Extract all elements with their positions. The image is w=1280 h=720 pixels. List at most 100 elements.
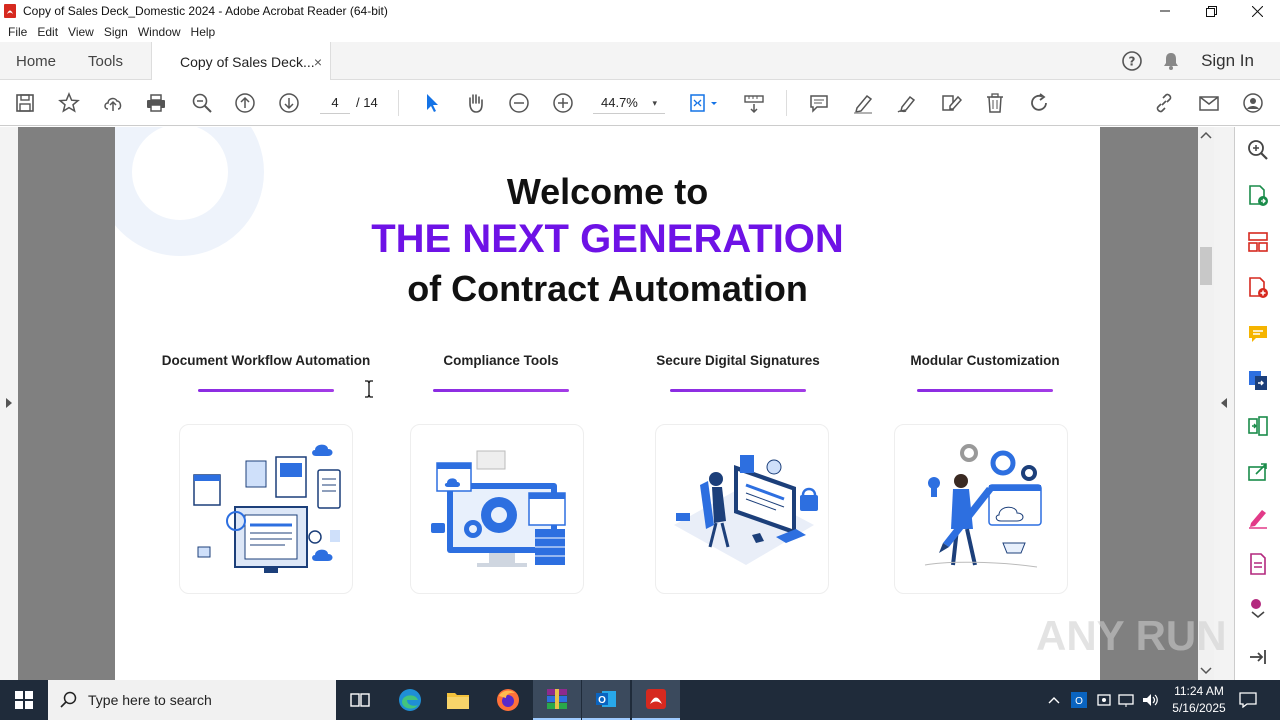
- sign-in-button[interactable]: Sign In: [1201, 51, 1254, 71]
- search-zoom-icon[interactable]: [1246, 138, 1270, 162]
- hand-tool-button[interactable]: [463, 91, 487, 115]
- fit-page-icon: [690, 94, 717, 112]
- outlook-tray-icon[interactable]: O: [1071, 692, 1087, 708]
- menu-window[interactable]: Window: [138, 25, 181, 39]
- fill-sign-button[interactable]: [939, 91, 963, 115]
- magnifier-minus-icon: [192, 93, 212, 113]
- network-icon[interactable]: [1118, 692, 1136, 708]
- menu-view[interactable]: View: [68, 25, 94, 39]
- share-user-button[interactable]: [1241, 91, 1265, 115]
- close-tab-icon[interactable]: ×: [314, 54, 322, 70]
- taskbar-file-explorer[interactable]: [434, 680, 482, 720]
- tab-home[interactable]: Home: [16, 42, 56, 80]
- taskbar-search[interactable]: Type here to search: [48, 680, 336, 720]
- zoom-out-button[interactable]: [507, 91, 531, 115]
- page-fit-button[interactable]: [686, 91, 720, 115]
- highlight-button[interactable]: [851, 91, 875, 115]
- device-tray-icon[interactable]: [1096, 692, 1112, 708]
- taskbar-winrar[interactable]: [533, 680, 581, 720]
- vertical-scrollbar[interactable]: [1198, 127, 1214, 680]
- maximize-button[interactable]: [1188, 0, 1234, 22]
- compliance-tools-illustration: [431, 450, 566, 567]
- feature-card-signatures: [655, 424, 829, 594]
- scrollbar-thumb[interactable]: [1200, 247, 1212, 285]
- comment-icon: [810, 95, 828, 113]
- toolbar-divider: [398, 90, 399, 116]
- hand-icon: [469, 94, 483, 113]
- windows-logo-icon: [15, 691, 33, 709]
- sign-button[interactable]: [895, 91, 919, 115]
- volume-icon[interactable]: [1142, 692, 1160, 708]
- start-button[interactable]: [0, 680, 48, 720]
- heading-welcome: Welcome to: [506, 171, 709, 212]
- menu-sign[interactable]: Sign: [104, 25, 128, 39]
- more-tools-icon[interactable]: [1246, 596, 1270, 620]
- fill-and-sign-icon[interactable]: [1246, 506, 1270, 530]
- comment-tool-icon[interactable]: [1246, 322, 1270, 346]
- compress-pdf-icon[interactable]: [1246, 414, 1270, 438]
- zoom-in-button[interactable]: [551, 91, 575, 115]
- heading-next-generation: THE NEXT GENERATION: [371, 217, 844, 261]
- edit-pdf-icon[interactable]: [1246, 552, 1270, 576]
- tab-tools[interactable]: Tools: [88, 42, 123, 80]
- print-button[interactable]: [144, 91, 168, 115]
- cloud-upload-icon: [104, 97, 122, 111]
- tab-document[interactable]: Copy of Sales Deck... ×: [151, 42, 331, 81]
- page-number-input[interactable]: 4: [320, 92, 350, 114]
- taskbar-outlook[interactable]: O: [582, 680, 630, 720]
- share-link-button[interactable]: [1152, 91, 1176, 115]
- send-for-signature-icon[interactable]: [1246, 460, 1270, 484]
- notifications-icon[interactable]: [1239, 692, 1257, 708]
- comment-button[interactable]: [807, 91, 831, 115]
- document-workflow-illustration: [193, 444, 341, 573]
- menu-bar: File Edit View Sign Window Help: [0, 22, 1280, 42]
- task-view-icon: [350, 693, 370, 707]
- taskbar-edge[interactable]: [386, 680, 434, 720]
- close-icon: [1251, 5, 1263, 17]
- create-pdf-icon[interactable]: [1246, 276, 1270, 300]
- taskbar-acrobat[interactable]: [632, 680, 680, 720]
- trash-icon: [987, 93, 1003, 113]
- zoom-level-select[interactable]: 44.7% ▾: [593, 92, 665, 114]
- rotate-button[interactable]: [1027, 91, 1051, 115]
- left-panel-toggle[interactable]: [0, 127, 18, 680]
- system-clock[interactable]: 11:24 AM 5/16/2025: [1164, 683, 1234, 717]
- zoom-out-search-button[interactable]: [190, 91, 214, 115]
- tools-pane: [1234, 127, 1280, 680]
- measure-button[interactable]: [742, 91, 766, 115]
- organize-pages-icon[interactable]: [1246, 230, 1270, 254]
- heading-contract-automation: of Contract Automation: [407, 268, 808, 309]
- select-tool-button[interactable]: [420, 91, 444, 115]
- winrar-icon: [547, 689, 567, 709]
- text-cursor-icon: [365, 380, 373, 398]
- delete-button[interactable]: [983, 91, 1007, 115]
- task-view-button[interactable]: [336, 680, 384, 720]
- printer-icon: [147, 94, 165, 112]
- close-window-button[interactable]: [1234, 0, 1280, 22]
- envelope-icon: [1199, 96, 1219, 111]
- save-button[interactable]: [13, 91, 37, 115]
- export-pdf-icon[interactable]: [1246, 184, 1270, 208]
- collapse-pane-icon[interactable]: [1246, 645, 1270, 669]
- next-page-button[interactable]: [277, 91, 301, 115]
- add-user-icon: [1243, 93, 1263, 113]
- notification-bell-icon[interactable]: [1161, 51, 1181, 71]
- menu-file[interactable]: File: [8, 25, 27, 39]
- right-panel-toggle[interactable]: [1214, 127, 1234, 680]
- bookmark-star-button[interactable]: [57, 91, 81, 115]
- taskbar-firefox[interactable]: [484, 680, 532, 720]
- previous-page-button[interactable]: [233, 91, 257, 115]
- feature-title: Modular Customization: [910, 353, 1060, 368]
- maximize-icon: [1205, 5, 1217, 17]
- help-icon[interactable]: ?: [1121, 50, 1143, 72]
- combine-files-icon[interactable]: [1246, 368, 1270, 392]
- show-hidden-icons-icon[interactable]: [1048, 696, 1060, 704]
- menu-edit[interactable]: Edit: [37, 25, 58, 39]
- clock-date: 5/16/2025: [1172, 701, 1226, 715]
- menu-help[interactable]: Help: [191, 25, 216, 39]
- document-tab-label: Copy of Sales Deck...: [180, 53, 315, 70]
- email-button[interactable]: [1197, 91, 1221, 115]
- upload-button[interactable]: [101, 91, 125, 115]
- scroll-up-icon: [1200, 131, 1212, 139]
- minimize-button[interactable]: [1142, 0, 1188, 22]
